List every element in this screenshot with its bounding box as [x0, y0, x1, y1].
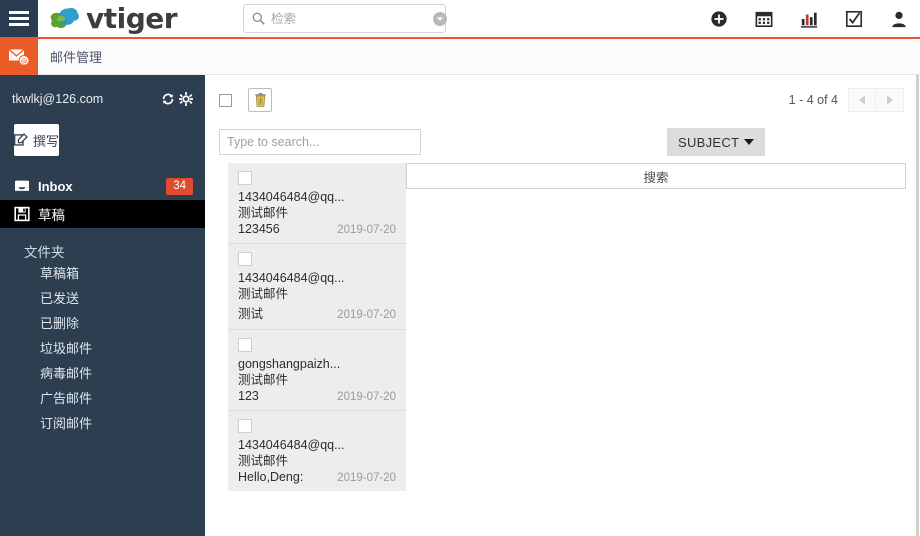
chevron-right-icon	[886, 95, 893, 105]
logo-text: vtiger	[86, 2, 178, 35]
mail-list-item[interactable]: 1434046484@qq... 测试邮件 Hello,Deng: 2019-0…	[228, 411, 406, 491]
mail-item-sender: gongshangpaizh...	[238, 357, 341, 371]
mail-item-preview: Hello,Deng:	[238, 470, 304, 484]
hamburger-line	[9, 23, 29, 26]
mail-item-date: 2019-07-20	[337, 391, 396, 403]
sidebar-folder-ads[interactable]: 广告邮件	[40, 386, 205, 411]
reading-pane[interactable]: 搜索	[406, 163, 906, 189]
sidebar: tkwlkj@126.com 撰写 Inbox 34 草稿 文件夹 草稿箱 已发…	[0, 75, 205, 536]
pagination-next-button[interactable]	[876, 88, 904, 112]
delete-button[interactable]	[248, 88, 272, 112]
bar-chart-icon[interactable]	[800, 10, 818, 28]
refresh-icon[interactable]	[161, 92, 175, 106]
calendar-icon[interactable]	[755, 10, 773, 28]
mail-item-date: 2019-07-20	[337, 472, 396, 484]
checkbox-task-icon[interactable]	[845, 10, 863, 28]
mail-item-checkbox[interactable]	[238, 252, 252, 266]
sidebar-item-label: Inbox	[38, 178, 73, 194]
inbox-unread-badge: 34	[166, 177, 193, 195]
pagination-count: 1 - 4 of 4	[788, 93, 838, 107]
mail-item-preview: 测试	[238, 307, 264, 321]
svg-text:@: @	[21, 57, 28, 65]
mail-list-item[interactable]: 1434046484@qq... 测试邮件 测试 2019-07-20	[228, 244, 406, 330]
compose-button[interactable]: 撰写	[14, 124, 60, 156]
gear-icon[interactable]	[179, 92, 193, 106]
mail-item-preview: 123	[238, 389, 259, 403]
vtiger-cloud-icon	[50, 7, 79, 28]
filter-bar: SUBJECT	[205, 123, 920, 163]
chevron-left-icon	[859, 95, 865, 105]
mail-item-sender: 1434046484@qq...	[238, 438, 345, 452]
user-profile-icon[interactable]	[890, 10, 908, 28]
sidebar-item-drafts[interactable]: 草稿	[0, 200, 205, 228]
mail-toolbar: 1 - 4 of 4	[205, 75, 920, 123]
mail-at-glyph: @	[8, 47, 30, 66]
folders-header: 文件夹	[24, 245, 65, 260]
sort-by-subject-label: SUBJECT	[678, 134, 740, 150]
compose-label: 撰写	[33, 133, 60, 149]
chevron-down-circle-icon[interactable]	[432, 11, 448, 27]
mail-item-date: 2019-07-20	[337, 309, 396, 321]
main-content: 1 - 4 of 4 SUBJECT 1434046484@qq... 测试邮件…	[205, 75, 920, 536]
search-icon	[252, 12, 265, 25]
hamburger-line	[9, 11, 29, 14]
top-icon-group	[710, 0, 908, 37]
add-circle-icon[interactable]	[710, 10, 728, 28]
pagination: 1 - 4 of 4	[789, 88, 904, 112]
mail-list: 1434046484@qq... 测试邮件 123456 2019-07-20 …	[228, 163, 406, 491]
mail-item-subject: 测试邮件	[238, 454, 289, 468]
trash-icon	[254, 93, 266, 107]
sidebar-folder-drafts[interactable]: 草稿箱	[40, 261, 205, 286]
sidebar-folder-virus[interactable]: 病毒邮件	[40, 361, 205, 386]
hamburger-icon[interactable]	[0, 0, 38, 37]
pagination-prev-button[interactable]	[848, 88, 876, 112]
vtiger-logo[interactable]: vtiger	[48, 2, 178, 35]
mail-item-sender: 1434046484@qq...	[238, 271, 345, 285]
compose-pencil-icon	[14, 133, 28, 146]
mail-list-item[interactable]: gongshangpaizh... 测试邮件 123 2019-07-20	[228, 330, 406, 411]
module-bar: @ 邮件管理	[0, 38, 920, 75]
account-icon-group	[161, 92, 193, 106]
mail-item-footer: Hello,Deng: 2019-07-20	[238, 470, 396, 484]
hamburger-line	[9, 17, 29, 20]
account-row: tkwlkj@126.com	[0, 87, 205, 111]
mail-item-footer: 测试 2019-07-20	[238, 303, 396, 322]
mail-item-footer: 123456 2019-07-20	[238, 222, 396, 236]
reading-pane-title: 搜索	[643, 170, 669, 185]
mail-item-preview: 123456	[238, 222, 280, 236]
mail-item-date: 2019-07-20	[337, 224, 396, 236]
global-search-box[interactable]	[243, 4, 448, 33]
mail-item-checkbox[interactable]	[238, 338, 252, 352]
top-bar: vtiger	[0, 0, 920, 37]
mail-item-checkbox[interactable]	[238, 419, 252, 433]
account-email: tkwlkj@126.com	[12, 92, 104, 106]
floppy-save-icon	[14, 206, 30, 222]
sort-by-subject-button[interactable]: SUBJECT	[667, 128, 766, 156]
breadcrumb[interactable]: 邮件管理	[50, 47, 102, 66]
mail-item-footer: 123 2019-07-20	[238, 389, 396, 403]
search-input[interactable]	[271, 11, 432, 26]
mail-item-checkbox[interactable]	[238, 171, 252, 185]
inbox-tray-icon	[15, 180, 29, 191]
vertical-scrollbar[interactable]	[916, 75, 919, 536]
select-all-checkbox[interactable]	[219, 94, 232, 107]
sidebar-folder-subscribe[interactable]: 订阅邮件	[40, 411, 205, 436]
mail-item-subject: 测试邮件	[238, 287, 289, 301]
mail-search-input[interactable]	[219, 129, 421, 155]
sidebar-folder-junk[interactable]: 垃圾邮件	[40, 336, 205, 361]
mail-item-subject: 测试邮件	[238, 206, 289, 220]
sidebar-folder-sent[interactable]: 已发送	[40, 286, 205, 311]
sidebar-folder-deleted[interactable]: 已删除	[40, 311, 205, 336]
mail-at-icon[interactable]: @	[0, 38, 38, 75]
mail-list-item[interactable]: 1434046484@qq... 测试邮件 123456 2019-07-20	[228, 163, 406, 244]
sidebar-item-label: 草稿	[38, 208, 65, 223]
mail-item-subject: 测试邮件	[238, 373, 289, 387]
sidebar-item-inbox[interactable]: Inbox 34	[0, 172, 205, 200]
mail-item-sender: 1434046484@qq...	[238, 190, 345, 204]
caret-down-icon	[744, 139, 755, 145]
